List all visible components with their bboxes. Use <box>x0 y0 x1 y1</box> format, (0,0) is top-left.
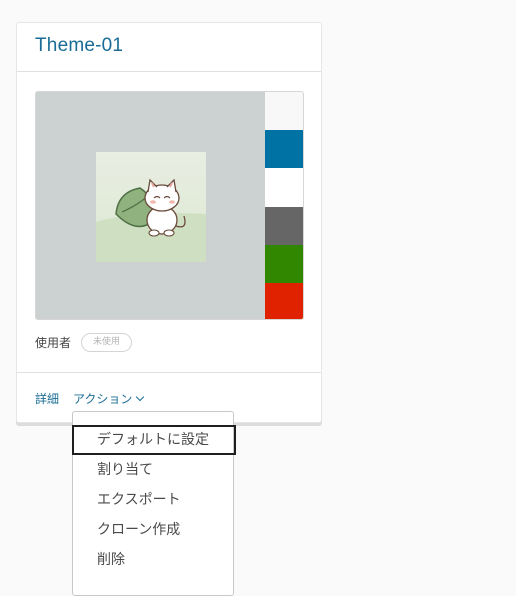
menu-item-set-default[interactable]: デフォルトに設定 <box>72 425 236 455</box>
swatch-1 <box>265 92 303 131</box>
swatch-5 <box>265 244 303 283</box>
users-row: 使用者 未使用 <box>35 333 133 352</box>
swatch-2 <box>265 130 303 169</box>
theme-card: Theme-01 使用者 未使用 詳細 アクション <box>16 22 322 423</box>
details-link[interactable]: 詳細 <box>35 390 59 407</box>
swatch-4 <box>265 206 303 245</box>
actions-dropdown-button[interactable]: アクション <box>73 390 145 407</box>
cat-leaf-thumbnail-image <box>96 152 206 262</box>
card-footer: 詳細 アクション <box>35 390 145 407</box>
header-divider <box>17 71 321 72</box>
chevron-down-icon <box>136 392 145 401</box>
color-swatches <box>265 92 303 319</box>
actions-menu: デフォルトに設定 割り当て エクスポート クローン作成 削除 <box>72 411 236 596</box>
swatch-6 <box>265 282 303 319</box>
menu-item-delete[interactable]: 削除 <box>72 545 236 575</box>
usage-status-badge: 未使用 <box>81 333 133 352</box>
actions-label: アクション <box>73 392 133 406</box>
preview-background <box>36 92 266 319</box>
theme-preview <box>35 91 304 320</box>
menu-item-assign[interactable]: 割り当て <box>72 455 236 485</box>
theme-title: Theme-01 <box>35 35 124 56</box>
footer-divider <box>17 372 321 373</box>
users-label: 使用者 <box>35 336 72 350</box>
swatch-3 <box>265 168 303 207</box>
menu-item-export[interactable]: エクスポート <box>72 485 236 515</box>
menu-item-clone[interactable]: クローン作成 <box>72 515 236 545</box>
